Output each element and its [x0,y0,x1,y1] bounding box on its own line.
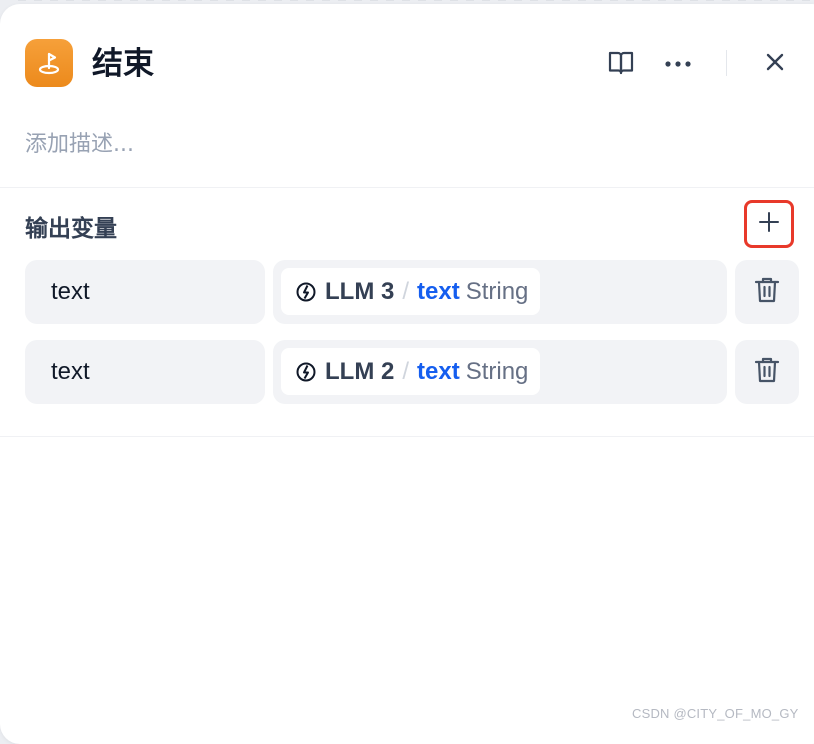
variable-type: String [465,277,529,305]
output-variable-row: text LLM 2 / text String [25,340,800,404]
trash-icon [754,356,780,389]
variable-reference-tag: LLM 2 / text String [281,348,541,395]
add-output-variable-button[interactable] [744,200,794,248]
llm-node-icon [295,281,317,303]
watermark: CSDN @CITY_OF_MO_GY [632,706,799,721]
description-input[interactable]: 添加描述... [25,130,134,160]
output-variables-title: 输出变量 [25,216,117,242]
more-button[interactable] [660,46,696,82]
docs-button[interactable] [603,46,639,82]
source-variable-name: text [417,277,460,305]
delete-variable-button[interactable] [735,260,799,324]
variable-name-input[interactable]: text [25,260,265,324]
plus-icon [758,211,780,238]
more-icon [664,55,692,73]
path-separator: / [402,357,409,385]
variable-name-input[interactable]: text [25,340,265,404]
variable-reference-selector[interactable]: LLM 3 / text String [273,260,727,324]
end-node-icon [25,39,73,87]
delete-variable-button[interactable] [735,340,799,404]
close-icon [765,52,785,77]
source-variable-name: text [417,357,460,385]
node-title: 结束 [92,46,154,82]
section-divider [0,187,814,188]
path-separator: / [402,277,409,305]
close-button[interactable] [757,46,793,82]
section-divider [0,436,814,437]
source-node-name: LLM 3 [325,277,395,305]
variable-reference-selector[interactable]: LLM 2 / text String [273,340,727,404]
llm-node-icon [295,361,317,383]
source-node-name: LLM 2 [325,357,395,385]
output-variable-row: text LLM 3 / text String [25,260,800,324]
book-icon [606,47,636,82]
trash-icon [754,276,780,309]
variable-reference-tag: LLM 3 / text String [281,268,541,315]
header-divider [726,50,727,76]
variable-type: String [465,357,529,385]
